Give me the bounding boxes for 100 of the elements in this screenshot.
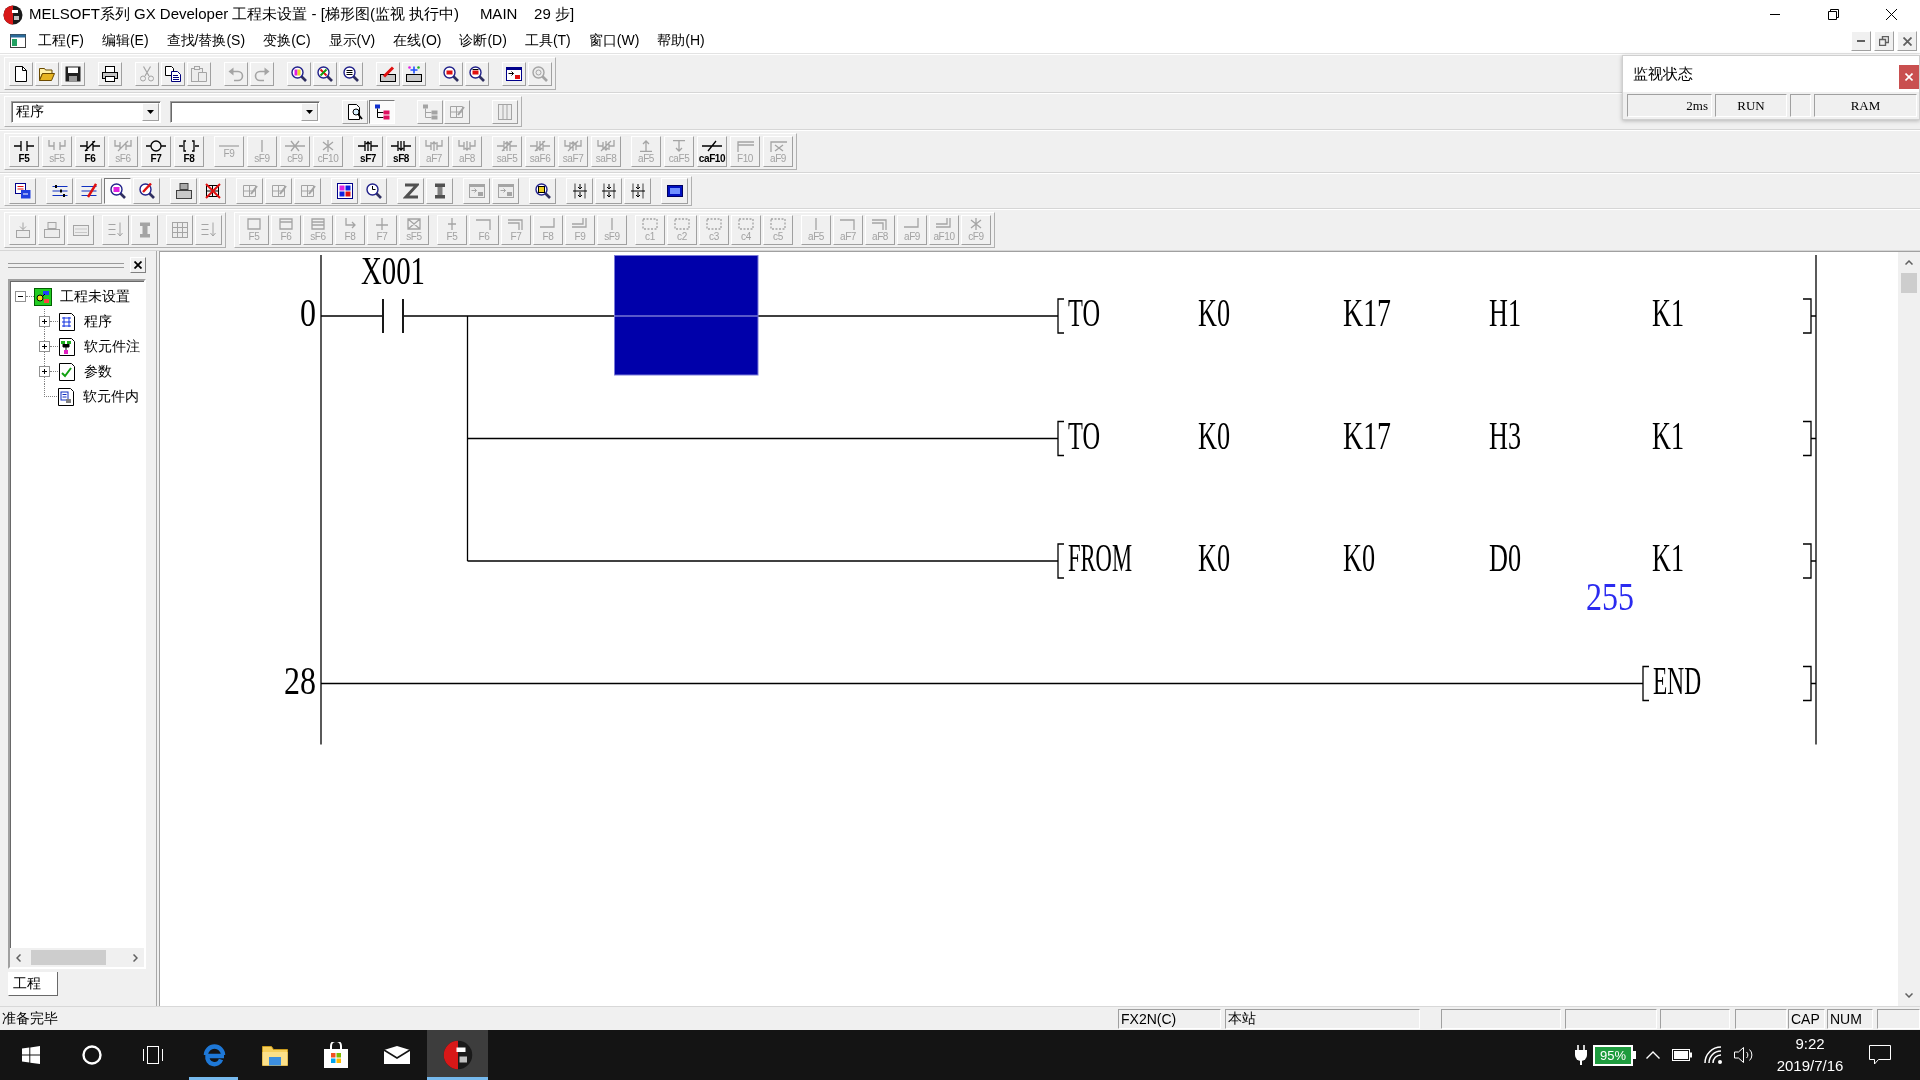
window-icon xyxy=(10,34,26,48)
tree-item[interactable]: 参数 xyxy=(39,359,144,384)
step-number: 0 xyxy=(300,290,320,335)
menu-item[interactable]: 显示(V) xyxy=(319,30,385,52)
magnifier-icon xyxy=(532,65,548,82)
toolbar-button[interactable] xyxy=(369,99,395,124)
notification-icon xyxy=(1869,1045,1891,1065)
grid-pencil-icon xyxy=(270,183,287,199)
pencil-box-icon xyxy=(380,65,396,82)
toolbar-button[interactable]: caF10 xyxy=(697,136,727,167)
program-select[interactable]: 程序 xyxy=(11,100,161,123)
plus-box-icon[interactable] xyxy=(39,316,50,327)
ring-icon xyxy=(81,1045,102,1065)
plus-box-icon[interactable] xyxy=(39,366,50,377)
instruction-name: FROM xyxy=(1068,535,1182,580)
dashed-square-icon xyxy=(704,218,724,230)
dashed-square-icon xyxy=(672,218,692,230)
operand: K1 xyxy=(1652,535,1701,580)
tree-item[interactable]: 软元件注 xyxy=(39,334,144,359)
magnifier-icon xyxy=(291,65,307,82)
dashed-square-icon xyxy=(640,218,660,230)
horizontal-scrollbar[interactable] xyxy=(10,948,144,967)
toolbar-button[interactable]: F6 xyxy=(75,136,105,167)
menu-item[interactable]: 在线(O) xyxy=(384,30,451,52)
status-field: CAP xyxy=(1788,1008,1825,1029)
close-button[interactable] xyxy=(1897,31,1917,51)
grid-pencil-icon xyxy=(299,183,316,199)
tab[interactable]: 工程 xyxy=(8,972,58,996)
close-button[interactable] xyxy=(1899,65,1919,89)
block-select[interactable] xyxy=(170,100,320,123)
restore-button[interactable] xyxy=(1874,31,1894,51)
menu-item[interactable]: 工程(F) xyxy=(29,30,93,52)
instruction-name: TO xyxy=(1068,412,1121,458)
clipboard-icon xyxy=(191,65,207,82)
status-field: 2ms xyxy=(1627,94,1712,117)
chevron-down-icon xyxy=(1905,993,1913,998)
coil-symbol-icon xyxy=(146,139,166,152)
down-arrow-slashed-contact-icon xyxy=(530,139,550,152)
scroll-thumb[interactable] xyxy=(31,950,106,965)
dashed-square-icon xyxy=(736,218,756,230)
sort-icon xyxy=(107,222,124,238)
contact-symbol xyxy=(382,298,404,334)
menu-item[interactable]: 查找/替换(S) xyxy=(157,30,255,52)
contact-symbol-icon xyxy=(14,139,34,152)
chevron-up-icon xyxy=(1646,1051,1660,1059)
vertical-line-icon xyxy=(611,218,613,230)
instruction-name: TO xyxy=(1068,290,1121,335)
close-icon xyxy=(1905,73,1913,81)
status-field: FX2N(C) xyxy=(1118,1008,1221,1029)
operand: K0 xyxy=(1198,290,1247,335)
status-field: NUM xyxy=(1827,1008,1873,1029)
operand: K0 xyxy=(1198,412,1247,458)
clock-date: 2019/7/16 xyxy=(1776,1056,1844,1076)
tree-item[interactable]: 工程未设置 xyxy=(15,284,144,309)
double-corner-line-icon xyxy=(870,218,890,230)
plus-box-icon[interactable] xyxy=(39,341,50,352)
toolbar-button[interactable] xyxy=(104,178,131,204)
menu-item[interactable]: 窗口(W) xyxy=(579,30,649,52)
panel-close-button[interactable] xyxy=(130,257,146,273)
vertical-line-icon xyxy=(261,139,263,152)
minimize-button[interactable] xyxy=(1851,31,1871,51)
window-title: 监视状态 xyxy=(1633,65,1694,84)
instruction-bracket xyxy=(1802,420,1817,457)
tree-item[interactable]: 程序 xyxy=(39,309,144,334)
minus-box-icon[interactable] xyxy=(15,291,26,302)
menu-item[interactable]: 诊断(D) xyxy=(450,30,516,52)
menu-item[interactable]: 工具(T) xyxy=(515,30,580,52)
magnifier-icon xyxy=(343,65,359,82)
scroll-thumb[interactable] xyxy=(1901,273,1917,293)
magnifier-icon xyxy=(317,65,333,82)
instruction-bracket xyxy=(1057,420,1065,457)
color-grid-icon xyxy=(336,183,353,199)
spacing-icon xyxy=(600,183,617,199)
taskbar-button[interactable] xyxy=(427,1030,488,1080)
instruction-name: END xyxy=(1653,657,1736,703)
hierarchy-icon xyxy=(374,103,390,120)
up-arrow-slashed-parallel-contact-icon xyxy=(563,139,583,152)
task-view-icon xyxy=(142,1046,163,1064)
close-icon xyxy=(134,261,142,269)
instruction-bracket xyxy=(1057,298,1065,334)
crossed-grid-icon xyxy=(204,183,221,199)
operand: K17 xyxy=(1343,412,1412,458)
operand: H3 xyxy=(1489,412,1538,458)
blank-page-icon xyxy=(13,65,29,82)
battery-indicator: 95% xyxy=(1592,1044,1636,1066)
corner-line-icon xyxy=(838,218,858,230)
menu-item[interactable]: 帮助(H) xyxy=(648,30,714,52)
toolbar-button[interactable]: F5 xyxy=(9,136,39,167)
toolbar-button[interactable]: sF7 xyxy=(353,136,383,167)
instruction-bracket xyxy=(1642,665,1650,702)
toolbar-button[interactable]: F8 xyxy=(174,136,204,167)
brace-symbol-icon xyxy=(179,139,199,152)
start-icon xyxy=(21,1046,40,1064)
spacing-icon xyxy=(571,183,588,199)
menu-item[interactable]: 变换(C) xyxy=(254,30,320,52)
toolbar-button[interactable]: sF8 xyxy=(386,136,416,167)
tree-item[interactable]: 软元件内 xyxy=(39,384,144,409)
menu-item[interactable]: 编辑(E) xyxy=(92,30,158,52)
toolbar-button[interactable]: F7 xyxy=(141,136,171,167)
tray-arrow-icon xyxy=(14,222,31,238)
